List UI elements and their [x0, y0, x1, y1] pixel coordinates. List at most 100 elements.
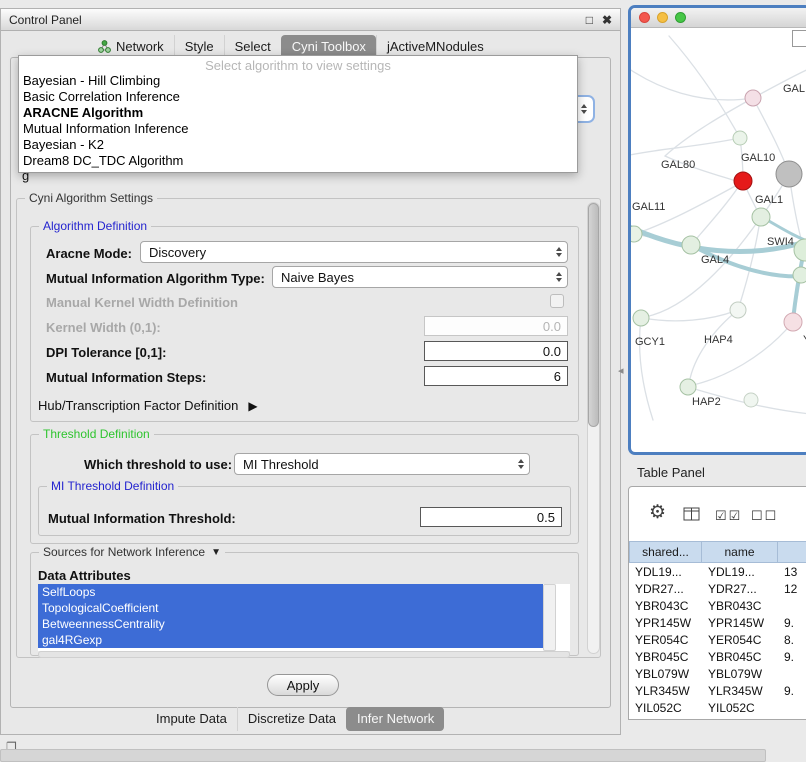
network-edge[interactable] — [631, 66, 753, 100]
dpi-tolerance-field[interactable]: 0.0 — [424, 341, 568, 361]
mi-algorithm-type-combo[interactable]: Naive Bayes — [272, 266, 568, 288]
table-row[interactable]: YIL052CYIL052C — [629, 699, 806, 716]
table-panel-title: Table Panel — [637, 465, 705, 480]
attribute-item[interactable]: BetweennessCentrality — [38, 616, 543, 632]
table-row[interactable]: YBR043CYBR043C — [629, 597, 806, 614]
network-node[interactable] — [793, 267, 806, 283]
table-row[interactable]: YLR345WYLR345W9. — [629, 682, 806, 699]
table-cell: YER054C — [629, 633, 702, 647]
network-node[interactable] — [680, 379, 696, 395]
network-node[interactable] — [633, 310, 649, 326]
table-cell: YDL19... — [629, 565, 702, 579]
settings-scrollbar-thumb[interactable] — [588, 203, 599, 427]
table-cell: YPR145W — [702, 616, 778, 630]
bottom-tab-bar: Impute Data Discretize DataInfer Network — [146, 707, 444, 731]
column-header[interactable]: name — [702, 541, 778, 563]
sources-group-title[interactable]: Sources for Network Inference ▼ — [39, 545, 225, 559]
window-title: Control Panel — [9, 13, 82, 27]
network-node[interactable] — [745, 90, 761, 106]
desktop: Control Panel □ ✖ NetworkStyleSelectCyni… — [0, 0, 806, 762]
select-all-columns-icon[interactable]: ☑☑ — [715, 508, 742, 524]
node-label: GAL10 — [741, 152, 775, 164]
network-canvas[interactable]: GALGAL80GAL10GAL11GAL1SWI4GAL4GCY1HAP4YH… — [631, 28, 806, 452]
network-edge[interactable] — [691, 186, 739, 245]
column-header[interactable]: shared... — [629, 541, 702, 563]
dropdown-item[interactable]: Basic Correlation Inference — [19, 89, 577, 105]
attribute-item[interactable]: gal4RGexp — [38, 632, 543, 648]
network-node[interactable] — [784, 313, 802, 331]
tab-label: Impute Data — [156, 711, 227, 726]
deselect-all-columns-icon[interactable]: ☐☐ — [751, 508, 778, 524]
network-edge[interactable] — [669, 36, 740, 138]
network-node[interactable] — [776, 161, 802, 187]
panel-divider-collapse-icon[interactable]: ◂ — [618, 364, 624, 377]
network-node[interactable] — [733, 131, 747, 145]
combo-stepper-icon — [518, 459, 524, 469]
manual-kernel-width-checkbox[interactable] — [550, 294, 564, 308]
float-window-icon[interactable]: □ — [586, 13, 593, 27]
network-node[interactable] — [744, 393, 758, 407]
network-edge[interactable] — [693, 322, 793, 385]
apply-button[interactable]: Apply — [267, 674, 339, 696]
kernel-width-field[interactable]: 0.0 — [424, 316, 568, 336]
table-row[interactable]: YER054CYER054C8. — [629, 631, 806, 648]
network-node[interactable] — [730, 302, 746, 318]
network-node[interactable] — [682, 236, 700, 254]
gear-icon[interactable]: ⚙ — [649, 501, 666, 524]
network-edge[interactable] — [640, 318, 654, 420]
tab-label: jActiveMNodules — [387, 39, 484, 54]
attribute-item[interactable]: TopologicalCoefficient — [38, 600, 543, 616]
table-row[interactable]: YBL079WYBL079W — [629, 665, 806, 682]
table-row[interactable]: YPR145WYPR145W9. — [629, 614, 806, 631]
table-toolbar: ⚙ ☑☑ ☐☐ — [629, 487, 806, 541]
table-cell: 9. — [778, 650, 806, 664]
control-panel-titlebar[interactable]: Control Panel □ ✖ — [1, 9, 620, 31]
close-traffic-light-icon[interactable] — [639, 12, 650, 23]
network-view-window: GALGAL80GAL10GAL11GAL1SWI4GAL4GCY1HAP4YH… — [628, 5, 806, 455]
network-node[interactable] — [734, 172, 752, 190]
network-edge[interactable] — [631, 138, 740, 156]
aracne-mode-value: Discovery — [149, 245, 206, 260]
hub-definition-toggle[interactable]: Hub/Transcription Factor Definition ▶ — [38, 398, 258, 413]
attributes-scrollbar[interactable] — [543, 584, 556, 651]
column-header[interactable] — [778, 541, 806, 563]
mi-threshold-field[interactable]: 0.5 — [420, 507, 562, 527]
network-node[interactable] — [631, 226, 642, 242]
tab-discretize-data[interactable]: Discretize Data — [237, 707, 346, 731]
columns-icon[interactable] — [683, 507, 700, 526]
dropdown-item[interactable]: Bayesian - Hill Climbing — [19, 73, 577, 89]
table-row[interactable]: YDR27...YDR27...12 — [629, 580, 806, 597]
attribute-item[interactable]: SelfLoops — [38, 584, 543, 600]
close-window-icon[interactable]: ✖ — [602, 13, 612, 27]
minimize-traffic-light-icon[interactable] — [657, 12, 668, 23]
dropdown-item[interactable]: Bayesian - K2 — [19, 137, 577, 153]
zoom-traffic-light-icon[interactable] — [675, 12, 686, 23]
dropdown-item[interactable]: Mutual Information Inference — [19, 121, 577, 137]
table-row[interactable]: YBR045CYBR045C9. — [629, 648, 806, 665]
which-threshold-combo[interactable]: MI Threshold — [234, 453, 530, 475]
tab-infer-network[interactable]: Infer Network — [346, 707, 444, 731]
mi-steps-label: Mutual Information Steps: — [46, 370, 206, 385]
mi-threshold-definition-title: MI Threshold Definition — [47, 479, 178, 493]
algorithm-dropdown[interactable]: Select algorithm to view settingsBayesia… — [18, 55, 578, 173]
mi-steps-field[interactable]: 6 — [424, 366, 568, 386]
table-cell: 13 — [778, 565, 806, 579]
table-row[interactable]: YDL19...YDL19...13 — [629, 563, 806, 580]
dropdown-item[interactable]: ARACNE Algorithm — [19, 105, 577, 121]
tab-label: Select — [235, 39, 271, 54]
attributes-hscrollbar[interactable] — [38, 651, 570, 658]
mi-algorithm-type-value: Naive Bayes — [281, 270, 354, 285]
network-edge[interactable] — [689, 310, 738, 384]
tab-label: Style — [185, 39, 214, 54]
network-scroll-corner[interactable] — [792, 30, 806, 47]
table-cell: YLR345W — [702, 684, 778, 698]
data-attributes-list[interactable]: SelfLoopsTopologicalCoefficientBetweenne… — [38, 584, 570, 651]
aracne-mode-combo[interactable]: Discovery — [140, 241, 568, 263]
dropdown-item[interactable]: Dream8 DC_TDC Algorithm — [19, 153, 577, 169]
network-node[interactable] — [752, 208, 770, 226]
tab-impute-data[interactable]: Impute Data — [146, 707, 237, 731]
table-cell: YBR045C — [629, 650, 702, 664]
network-edge[interactable] — [643, 311, 735, 321]
network-window-titlebar[interactable] — [631, 8, 806, 28]
bottom-status-bar — [0, 749, 766, 762]
